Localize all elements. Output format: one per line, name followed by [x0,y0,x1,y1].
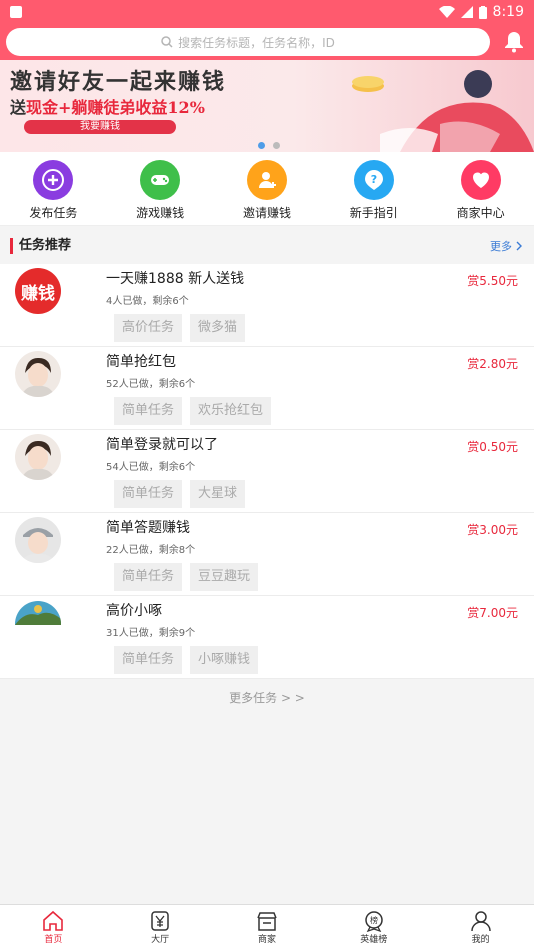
tab-hall[interactable]: 大厅 [120,910,200,945]
top-bar: 搜索任务标题，任务名称，ID [0,24,534,60]
task-tag: 大星球 [190,480,246,508]
search-input[interactable]: 搜索任务标题，任务名称，ID [6,28,490,56]
gamepad-icon [140,160,181,200]
banner-headline: 邀请好友一起来赚钱 [10,69,227,95]
search-placeholder: 搜索任务标题，任务名称，ID [178,35,335,50]
task-avatar [15,601,61,625]
chevron-right-icon [516,241,522,251]
task-tag: 简单任务 [114,397,183,425]
task-meta: 52人已做，剩余6个 [106,379,196,390]
task-tag: 高价任务 [114,314,183,342]
user-add-icon [246,160,287,200]
banner-subline: 送现金+躺赚徒弟收益12% [10,98,205,117]
task-row[interactable]: 赚钱 一天赚1888 新人送钱 4人已做，剩余6个 高价任务 微多猫 赏5.50元 [0,264,534,347]
task-tag: 欢乐抢红包 [190,397,272,425]
notification-icon [10,6,22,18]
tab-leaderboard[interactable]: 榜 英雄榜 [334,910,414,945]
task-avatar: 赚钱 [15,268,61,314]
carousel-dot[interactable] [273,142,280,149]
banner-illustration [352,70,534,152]
task-row[interactable]: 简单答题赚钱 22人已做，剩余8个 简单任务 豆豆趣玩 赏3.00元 [0,513,534,596]
task-tag: 小啄赚钱 [190,646,259,674]
banner-button[interactable]: 我要赚钱 [24,120,176,134]
svg-text:榜: 榜 [370,915,378,925]
task-reward: 赏5.50元 [467,274,518,288]
person-icon [470,911,491,932]
task-avatar [15,351,61,397]
home-icon [43,910,64,931]
quick-game-earn[interactable]: 游戏赚钱 [120,160,200,221]
task-reward: 赏2.80元 [467,357,518,371]
task-row[interactable]: 简单登录就可以了 54人已做，剩余6个 简单任务 大星球 赏0.50元 [0,430,534,513]
more-tasks-link[interactable]: 更多任务 > > [0,679,534,715]
status-bar: 8:19 [0,0,534,24]
task-reward: 赏3.00元 [467,523,518,537]
signal-icon [460,6,473,18]
task-meta: 54人已做，剩余6个 [106,462,196,473]
rank-icon: 榜 [365,911,383,932]
more-link[interactable]: 更多 [490,238,522,254]
bottom-tab-bar: 首页 大厅 商家 榜 英雄榜 我的 [0,904,534,950]
quick-merchant-center[interactable]: 商家中心 [441,160,521,221]
promo-banner[interactable]: 邀请好友一起来赚钱 送现金+躺赚徒弟收益12% 我要赚钱 [0,60,534,152]
task-reward: 赏7.00元 [467,606,518,620]
task-tag: 微多猫 [190,314,246,342]
task-tag: 简单任务 [114,563,183,591]
section-header: 任务推荐 更多 [0,228,534,264]
task-tag: 豆豆趣玩 [190,563,259,591]
tab-profile[interactable]: 我的 [441,910,521,945]
svg-text:?: ? [371,173,377,186]
section-title: 任务推荐 [10,238,71,254]
quick-beginner-guide[interactable]: ? 新手指引 [334,160,414,221]
clock: 8:19 [492,4,524,20]
task-row[interactable]: 简单抢红包 52人已做，剩余6个 简单任务 欢乐抢红包 赏2.80元 [0,347,534,430]
carousel-dot-active[interactable] [258,142,265,149]
task-list: 赚钱 一天赚1888 新人送钱 4人已做，剩余6个 高价任务 微多猫 赏5.50元… [0,264,534,679]
plus-icon [33,160,74,200]
quick-publish-task[interactable]: 发布任务 [13,160,93,221]
task-avatar [15,434,61,480]
task-meta: 22人已做，剩余8个 [106,545,196,556]
yen-icon [151,911,169,931]
quick-actions: 发布任务 游戏赚钱 邀请赚钱 ? 新手指引 商家中心 [0,152,534,226]
wifi-icon [438,6,455,18]
bell-icon[interactable] [500,28,528,56]
task-avatar [15,517,61,563]
tab-home[interactable]: 首页 [13,910,93,945]
heart-icon [460,160,501,200]
quick-invite-earn[interactable]: 邀请赚钱 [227,160,307,221]
task-reward: 赏0.50元 [467,440,518,454]
task-meta: 31人已做，剩余9个 [106,628,196,639]
task-tag: 简单任务 [114,480,183,508]
battery-icon [478,5,487,19]
shop-icon [257,912,277,931]
task-meta: 4人已做，剩余6个 [106,296,189,307]
task-tag: 简单任务 [114,646,183,674]
help-icon: ? [353,160,394,200]
carousel-indicator [258,142,280,149]
task-row[interactable]: 高价小啄 31人已做，剩余9个 简单任务 小啄赚钱 赏7.00元 [0,596,534,679]
search-icon [161,36,173,48]
tab-merchant[interactable]: 商家 [227,910,307,945]
